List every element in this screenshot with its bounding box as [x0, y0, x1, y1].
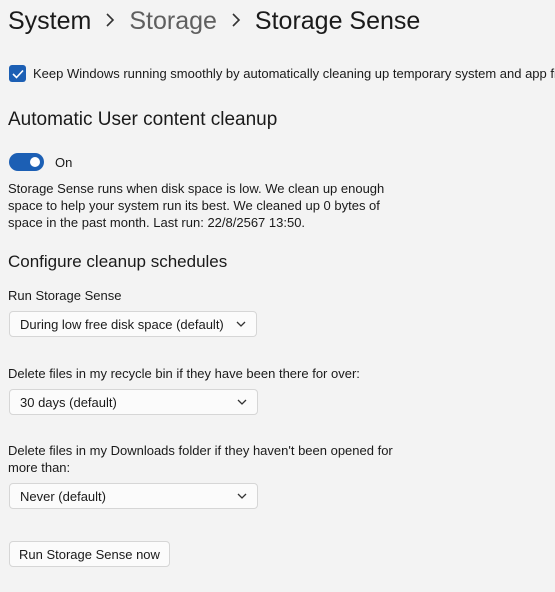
toggle-state-label: On	[55, 154, 73, 170]
run-storage-sense-value: During low free disk space (default)	[20, 316, 224, 332]
keep-running-setting: Keep Windows running smoothly by automat…	[9, 65, 555, 82]
recycle-bin-label: Delete files in my recycle bin if they h…	[8, 366, 360, 381]
chevron-right-icon	[217, 4, 255, 38]
schedules-heading: Configure cleanup schedules	[8, 252, 228, 271]
downloads-label: Delete files in my Downloads folder if t…	[8, 443, 393, 475]
breadcrumb-system[interactable]: System	[8, 4, 91, 38]
chevron-down-icon	[226, 321, 256, 327]
chevron-down-icon	[227, 493, 257, 499]
breadcrumb-storage[interactable]: Storage	[129, 4, 217, 38]
recycle-bin-value: 30 days (default)	[20, 394, 117, 410]
downloads-value: Never (default)	[20, 488, 106, 504]
keep-running-label: Keep Windows running smoothly by automat…	[33, 66, 555, 81]
run-storage-sense-dropdown[interactable]: During low free disk space (default)	[9, 311, 257, 337]
downloads-dropdown[interactable]: Never (default)	[9, 483, 258, 509]
chevron-down-icon	[227, 399, 257, 405]
chevron-right-icon	[91, 4, 129, 38]
recycle-bin-dropdown[interactable]: 30 days (default)	[9, 389, 258, 415]
run-storage-sense-now-button[interactable]: Run Storage Sense now	[9, 541, 170, 567]
checkmark-icon	[11, 69, 24, 79]
auto-cleanup-heading: Automatic User content cleanup	[8, 109, 278, 130]
auto-cleanup-description: Storage Sense runs when disk space is lo…	[8, 181, 385, 230]
keep-running-checkbox[interactable]	[9, 65, 26, 82]
run-storage-sense-label: Run Storage Sense	[8, 288, 122, 303]
auto-cleanup-toggle-row: On	[9, 153, 72, 171]
toggle-knob	[30, 157, 40, 167]
auto-cleanup-toggle[interactable]	[9, 153, 44, 171]
breadcrumb: System Storage Storage Sense	[8, 4, 420, 38]
page-title: Storage Sense	[254, 7, 421, 35]
